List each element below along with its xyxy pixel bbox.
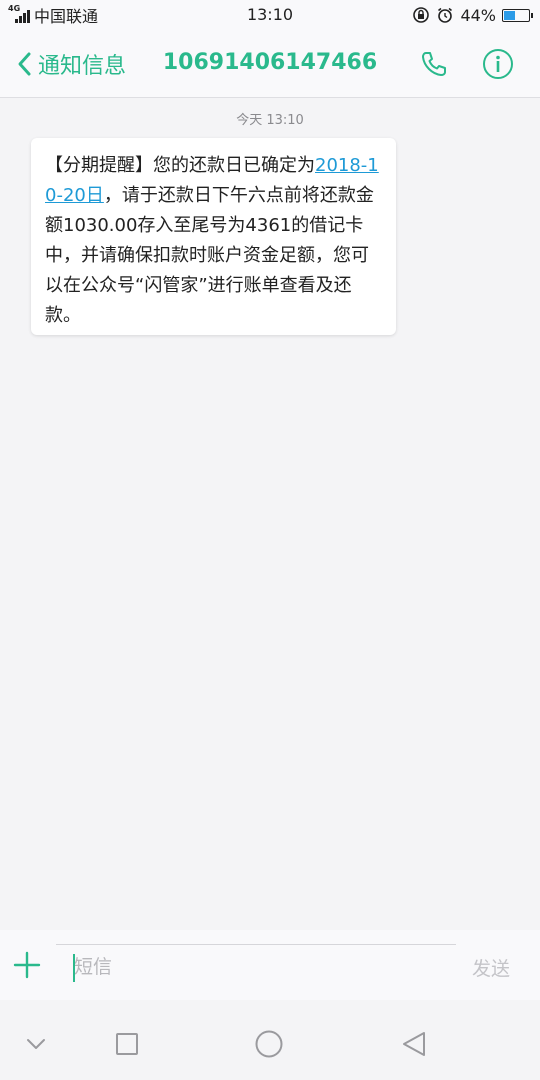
system-back-button[interactable] [394,1026,434,1062]
battery-icon [502,8,533,22]
phone-icon [422,52,446,76]
attach-button[interactable] [8,946,46,984]
home-button[interactable] [249,1026,289,1062]
conversation-header: 通知信息 10691406147466 [0,30,540,98]
info-button[interactable] [478,44,518,84]
carrier-name: 中国联通 [34,7,99,26]
plus-icon [13,951,41,979]
call-button[interactable] [414,44,454,84]
status-left: 4G 中国联通 [8,3,98,27]
battery-fill [504,10,515,20]
send-button[interactable]: 发送 [472,954,510,981]
sender-number: 10691406147466 [162,50,378,75]
back-label: 通知信息 [38,54,127,79]
message-text-after: ，请于还款日下午六点前将还款金额1030.00存入至尾号为4361的借记卡中，并… [45,185,374,326]
back-button[interactable]: 通知信息 [14,48,126,80]
message-bubble[interactable]: 【分期提醒】您的还款日已确定为2018-10-20日，请于还款日下午六点前将还款… [31,138,396,335]
status-bar: 4G 中国联通 13:10 44% [0,0,540,30]
back-chevron-icon [18,52,31,76]
status-right: 44% [412,5,533,25]
system-nav-bar [0,1008,540,1080]
info-icon [483,49,513,79]
sms-input[interactable] [56,944,456,988]
message-timestamp: 今天 13:10 [236,113,304,128]
compose-bar [0,930,540,1000]
signal-icon: 4G [8,4,30,23]
message-text-before: 【分期提醒】您的还款日已确定为 [45,155,315,176]
recent-apps-icon [116,1033,138,1055]
home-icon [255,1030,283,1058]
alarm-icon [438,7,453,23]
text-cursor [73,954,75,982]
rotation-lock-icon [413,7,430,23]
hide-nav-button[interactable] [16,1026,56,1062]
recent-apps-button[interactable] [107,1026,147,1062]
chevron-down-icon [27,1039,45,1049]
back-icon [403,1032,425,1056]
battery-percent: 44% [460,5,496,25]
